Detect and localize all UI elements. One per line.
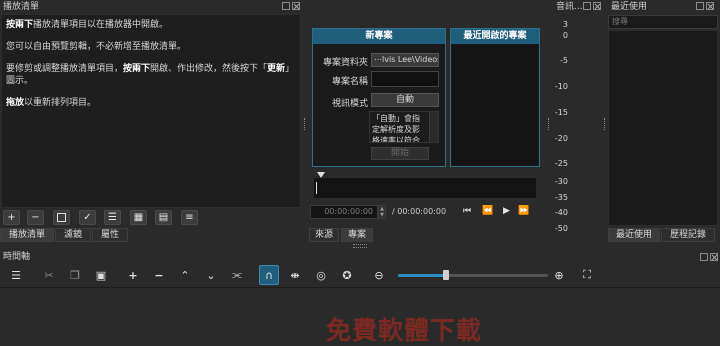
video-mode-description: 「自動」會指定解析度及影格速率以符合新增的: [369, 111, 439, 143]
project-name-label: 專案名稱: [331, 77, 368, 87]
zoom-slider-track[interactable]: [398, 270, 548, 280]
tab-properties[interactable]: 屬性: [92, 228, 128, 242]
audio-scale-label: -20: [554, 134, 568, 143]
float-icon[interactable]: [696, 2, 704, 10]
playlist-menu-button[interactable]: ≡: [181, 210, 198, 225]
add-button[interactable]: +: [3, 210, 20, 225]
check-button[interactable]: ✓: [79, 210, 96, 225]
help-text-3: 要修剪或調整播放清單項目，按兩下開啟、作出修改，然後按下「更新」 圖示。: [6, 64, 295, 86]
help-text-2: 您可以自由預覽剪輯，不必新增至播放清單。: [6, 42, 187, 52]
float-icon[interactable]: [282, 2, 290, 10]
update-button[interactable]: [53, 210, 70, 225]
cut-icon[interactable]: ✂: [40, 266, 58, 284]
position-timecode[interactable]: 00:00:00:00: [310, 205, 378, 219]
start-button[interactable]: 開始: [371, 147, 429, 160]
zoom-in-icon[interactable]: ⊕: [550, 266, 568, 284]
ripple-button[interactable]: ◎: [312, 266, 330, 284]
player-resize-handle[interactable]: [353, 244, 367, 246]
remove-button[interactable]: −: [27, 210, 44, 225]
scrub-cursor: [316, 182, 317, 194]
play-button[interactable]: ▶: [503, 206, 510, 216]
splitter-handle[interactable]: [548, 118, 550, 130]
new-project-panel: 新專案 專案資料夾 ⋯lvis Lee\Videos 專案名稱 視訊模式 自動 …: [312, 28, 446, 167]
zoom-slider-fill: [398, 274, 446, 277]
snap-toggle-button[interactable]: ∩: [259, 265, 279, 285]
fast-forward-button[interactable]: ⏩: [518, 206, 529, 216]
video-mode-select[interactable]: 自動: [371, 93, 439, 107]
audio-scale-label: -15: [554, 108, 568, 117]
copy-icon[interactable]: ❐: [66, 266, 84, 284]
close-icon[interactable]: [292, 2, 300, 10]
duration-timecode: / 00:00:00:00: [392, 207, 447, 216]
audio-scale-label: 3: [562, 20, 568, 29]
audio-scale-label: -35: [554, 193, 568, 202]
splitter-handle[interactable]: [604, 118, 606, 130]
float-icon[interactable]: [583, 2, 591, 10]
help-text-1: 按兩下播放清單項目以在播放器中開啟。: [6, 20, 169, 30]
audio-scale-label: -50: [554, 224, 568, 233]
description-scrollbar[interactable]: [429, 112, 438, 142]
position-spin-arrows[interactable]: ▲ ▼: [378, 205, 386, 219]
audio-scale-label: -10: [554, 82, 568, 91]
zoom-fit-icon[interactable]: ⛶: [578, 266, 596, 284]
details-view-button[interactable]: ☰: [104, 210, 121, 225]
audio-dock-controls: [583, 2, 601, 10]
timeline-dock-controls: [700, 253, 718, 261]
timeline-menu-button[interactable]: ☰: [7, 266, 25, 284]
lift-button[interactable]: ⌃: [176, 266, 194, 284]
split-button[interactable]: ⫘: [228, 266, 246, 284]
overwrite-button[interactable]: ⌄: [202, 266, 220, 284]
tab-project[interactable]: 專案: [341, 228, 373, 242]
tab-filters[interactable]: 濾鏡: [55, 228, 91, 242]
append-button[interactable]: +: [124, 266, 142, 284]
tab-source[interactable]: 來源: [309, 228, 339, 242]
skip-to-start-button[interactable]: ⏮: [463, 206, 471, 216]
icons-view-button[interactable]: ▤: [155, 210, 172, 225]
tab-history[interactable]: 歷程記錄: [661, 228, 715, 242]
tab-recent[interactable]: 最近使用: [608, 228, 660, 242]
close-icon[interactable]: [706, 2, 714, 10]
remove-track-button[interactable]: −: [150, 266, 168, 284]
recent-projects-list[interactable]: [452, 45, 538, 165]
audio-scale-label: -25: [554, 159, 568, 168]
audio-scale-label: -30: [554, 177, 568, 186]
close-icon[interactable]: [593, 2, 601, 10]
rewind-button[interactable]: ⏪: [482, 206, 493, 216]
new-project-header: 新專案: [313, 29, 445, 44]
recent-files-list[interactable]: [608, 30, 718, 226]
zoom-out-icon[interactable]: ⊖: [370, 266, 388, 284]
timeline-dock-title: 時間軸: [3, 252, 31, 262]
recent-projects-panel: 最近開啟的專案: [450, 28, 540, 167]
recent-dock-title: 最近使用: [611, 2, 648, 12]
ripple-all-button[interactable]: ✪: [338, 266, 356, 284]
playlist-dock-controls: [282, 2, 300, 10]
watermark-text: 免費軟體下載: [326, 316, 483, 345]
audio-scale-label: -40: [554, 208, 568, 217]
scrub-drag-button[interactable]: ⇼: [286, 266, 304, 284]
audio-scale-label: 0: [562, 31, 568, 40]
audio-scale-label: -5: [560, 56, 568, 65]
playlist-help-panel: 按兩下播放清單項目以在播放器中開啟。 您可以自由預覽剪輯，不必新增至播放清單。 …: [1, 14, 301, 208]
player-scrub-bar[interactable]: [314, 178, 536, 198]
help-text-4: 拖放以重新排列項目。: [6, 98, 97, 108]
project-name-field[interactable]: [371, 71, 439, 87]
close-icon[interactable]: [710, 253, 718, 261]
paste-icon[interactable]: ▣: [92, 266, 110, 284]
tab-playlist[interactable]: 播放清單: [0, 228, 54, 242]
splitter-handle[interactable]: [304, 118, 306, 130]
timeline-splitter[interactable]: [353, 247, 367, 249]
update-icon: [57, 213, 66, 222]
float-icon[interactable]: [700, 253, 708, 261]
recent-projects-header: 最近開啟的專案: [451, 29, 539, 44]
project-folder-field[interactable]: ⋯lvis Lee\Videos: [371, 53, 439, 67]
recent-search-input[interactable]: 搜尋: [608, 15, 718, 29]
recent-dock-controls: [696, 2, 714, 10]
project-folder-label: 專案資料夾: [322, 58, 368, 68]
zoom-slider-handle[interactable]: [443, 270, 449, 280]
video-mode-label: 視訊模式: [331, 99, 368, 109]
audio-meter: 3 0 -5 -10 -15 -20 -25 -30 -35 -40 -50: [554, 14, 600, 244]
playlist-dock-title: 播放清單: [3, 2, 40, 12]
tiles-view-button[interactable]: ▦: [130, 210, 147, 225]
